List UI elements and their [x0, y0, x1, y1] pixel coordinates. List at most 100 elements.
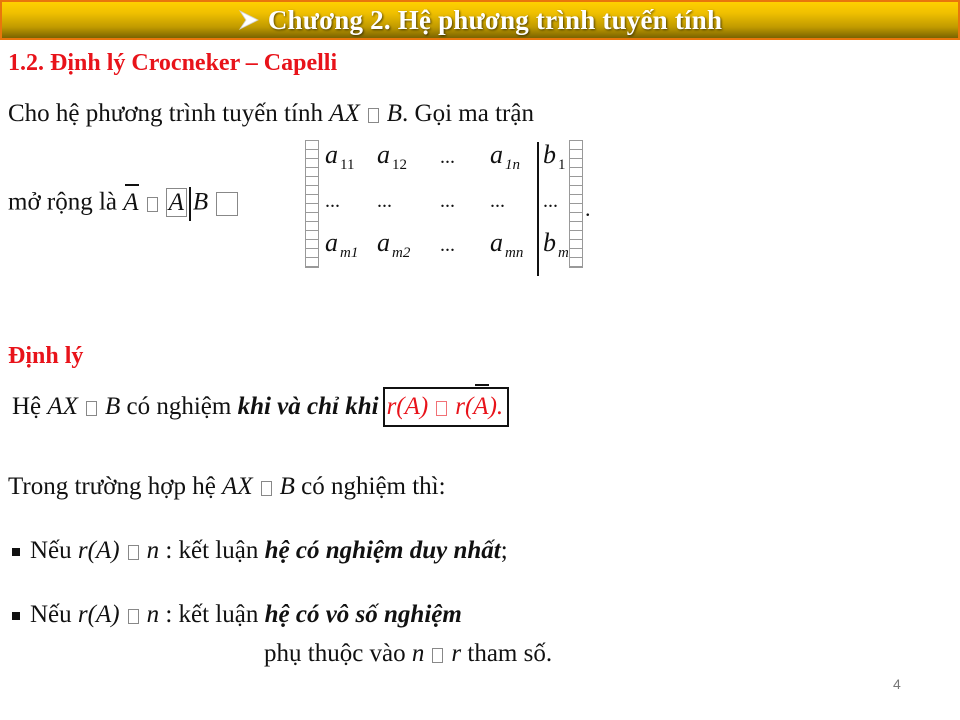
matrix-cell: ...	[440, 140, 455, 170]
bullet-square-icon	[12, 548, 20, 557]
bullet-text: Nếu	[30, 601, 78, 628]
augment-divider	[188, 187, 191, 221]
matrix-cell-subscript: m	[558, 245, 569, 261]
matrix-cell: ...	[490, 184, 505, 214]
theorem-boxed-condition: r(A) r(A).	[382, 384, 510, 427]
augmented-matrix-symbol: A	[123, 183, 139, 216]
bullet-suffix: ;	[500, 537, 508, 564]
matrix-cell-base: ...	[325, 190, 340, 212]
matrix-cell-base: a	[377, 140, 390, 169]
equation-lhs: AX	[222, 473, 253, 500]
matrix-cell: ...	[543, 184, 558, 214]
equals-symbol	[367, 107, 379, 123]
matrix-cell: ...	[440, 228, 455, 258]
right-bracket	[569, 140, 583, 268]
matrix-cell-base: a	[377, 228, 390, 257]
equation-rhs: B	[279, 473, 295, 500]
less-than-symbol	[127, 608, 139, 624]
bullet-continuation: phụ thuộc vào nr tham số.	[264, 640, 552, 668]
matrix-b-symbol: B	[192, 188, 209, 216]
theorem-text: có nghiệm	[120, 393, 238, 420]
case-intro: Trong trường hợp hệ AX B có nghiệm thì:	[8, 473, 446, 501]
slide-title-text: Chương 2. Hệ phương trình tuyến tính	[267, 4, 723, 35]
matrix-cell-base: a	[490, 140, 503, 169]
matrix-cell-base: a	[325, 140, 338, 169]
intro-line-2: mở rộng là AAB	[8, 183, 246, 221]
matrix-cell-base: a	[490, 228, 503, 257]
rank-a: r(A)	[386, 393, 429, 420]
theorem-statement: Hệ AX B có nghiệm khi và chỉ khi r(A) r(A).	[12, 384, 510, 427]
bullet-conclusion: hệ có vô số nghiệm	[264, 601, 462, 628]
rank-open: r(	[455, 393, 474, 420]
matrix-cell-base: b	[543, 140, 556, 169]
theorem-label: Định lý	[8, 343, 84, 369]
matrix-cell-base: ...	[440, 146, 455, 168]
var-n: n	[146, 537, 160, 564]
matrix-cell: ...	[440, 184, 455, 214]
augmented-matrix-symbol: A	[473, 384, 489, 425]
intro-text-suffix: . Gọi ma trận	[402, 100, 534, 127]
matrix-cell-base: ...	[440, 234, 455, 256]
page-number: 4	[893, 676, 901, 692]
equation-lhs: AX	[47, 393, 78, 420]
bullet-item-unique: Nếu r(A) n : kết luận hệ có nghiệm duy nh…	[8, 537, 508, 565]
minus-symbol	[432, 647, 444, 663]
intro-text: Cho hệ phương trình tuyến tính	[8, 100, 330, 127]
bullet-conclusion: hệ có nghiệm duy nhất	[264, 537, 501, 564]
theorem-text: Hệ	[12, 393, 48, 420]
equals-symbol	[127, 544, 139, 560]
var-n: n	[146, 601, 160, 628]
left-bracket	[305, 140, 319, 268]
matrix-period: .	[585, 196, 591, 221]
equation-lhs: AX	[329, 100, 360, 127]
case-intro-suffix: có nghiệm thì:	[294, 473, 446, 500]
matrix-cell: a m1	[325, 228, 358, 262]
matrix-a-symbol: A	[165, 187, 187, 217]
equals-symbol	[85, 400, 97, 416]
matrix-cell: a mn	[490, 228, 523, 262]
matrix-cell-subscript: 1n	[505, 157, 520, 173]
augmented-matrix: a 11 a 12... a 1n b 1............... a m1 a m2... a m…	[305, 140, 591, 276]
intro-line-1: Cho hệ phương trình tuyến tính AX B. Gọi …	[8, 100, 534, 128]
rank-close: ).	[488, 393, 504, 420]
matrix-cell-subscript: m2	[392, 245, 411, 261]
matrix-cell-subscript: 1	[558, 157, 566, 173]
matrix-cell: ...	[325, 184, 340, 214]
intro-text: mở rộng là	[8, 188, 124, 216]
continuation-text: phụ thuộc vào	[264, 640, 412, 667]
var-r: r	[451, 640, 462, 667]
matrix-cell-subscript: 12	[392, 157, 407, 173]
matrix-cell-base: ...	[377, 190, 392, 212]
case-intro-text: Trong trường hợp hệ	[8, 473, 223, 500]
slide-title: Chương 2. Hệ phương trình tuyến tính	[238, 5, 722, 36]
matrix-cell: bm	[543, 228, 569, 262]
equation-rhs: B	[104, 393, 121, 420]
matrix-cell-base: a	[325, 228, 338, 257]
var-n: n	[411, 640, 425, 667]
bullet-text: : kết luận	[159, 537, 265, 564]
continuation-suffix: tham số.	[461, 640, 553, 667]
equation-rhs: B	[386, 100, 403, 127]
bullet-text: : kết luận	[159, 601, 265, 628]
augment-divider	[537, 142, 539, 276]
theorem-emphasis: khi và chỉ khi	[237, 393, 379, 420]
matrix-cell: a 11	[325, 140, 354, 174]
matrix-cell: a m2	[377, 228, 410, 262]
slide-header: Chương 2. Hệ phương trình tuyến tính	[0, 0, 960, 40]
arrow-bullet-icon	[238, 9, 259, 31]
bullet-item-infinite: Nếu r(A) n : kết luận hệ có vô số nghiệm	[8, 601, 462, 629]
matrix-cell: a 1n	[490, 140, 520, 174]
equals-symbol	[260, 480, 272, 496]
matrix-cell: a 12	[377, 140, 407, 174]
matrix-cell-subscript: 11	[340, 157, 355, 173]
rank-a: r(A)	[77, 537, 120, 564]
section-title: 1.2. Định lý Crocneker – Capelli	[8, 50, 338, 76]
bracket-glyph	[216, 192, 239, 216]
equals-symbol	[146, 196, 158, 212]
matrix-cell: ...	[377, 184, 392, 214]
matrix-cell-base: ...	[490, 190, 505, 212]
matrix-cell-base: b	[543, 228, 556, 257]
bullet-square-icon	[12, 612, 20, 621]
matrix-cell: b1	[543, 140, 566, 174]
matrix-cell-subscript: mn	[505, 245, 524, 261]
